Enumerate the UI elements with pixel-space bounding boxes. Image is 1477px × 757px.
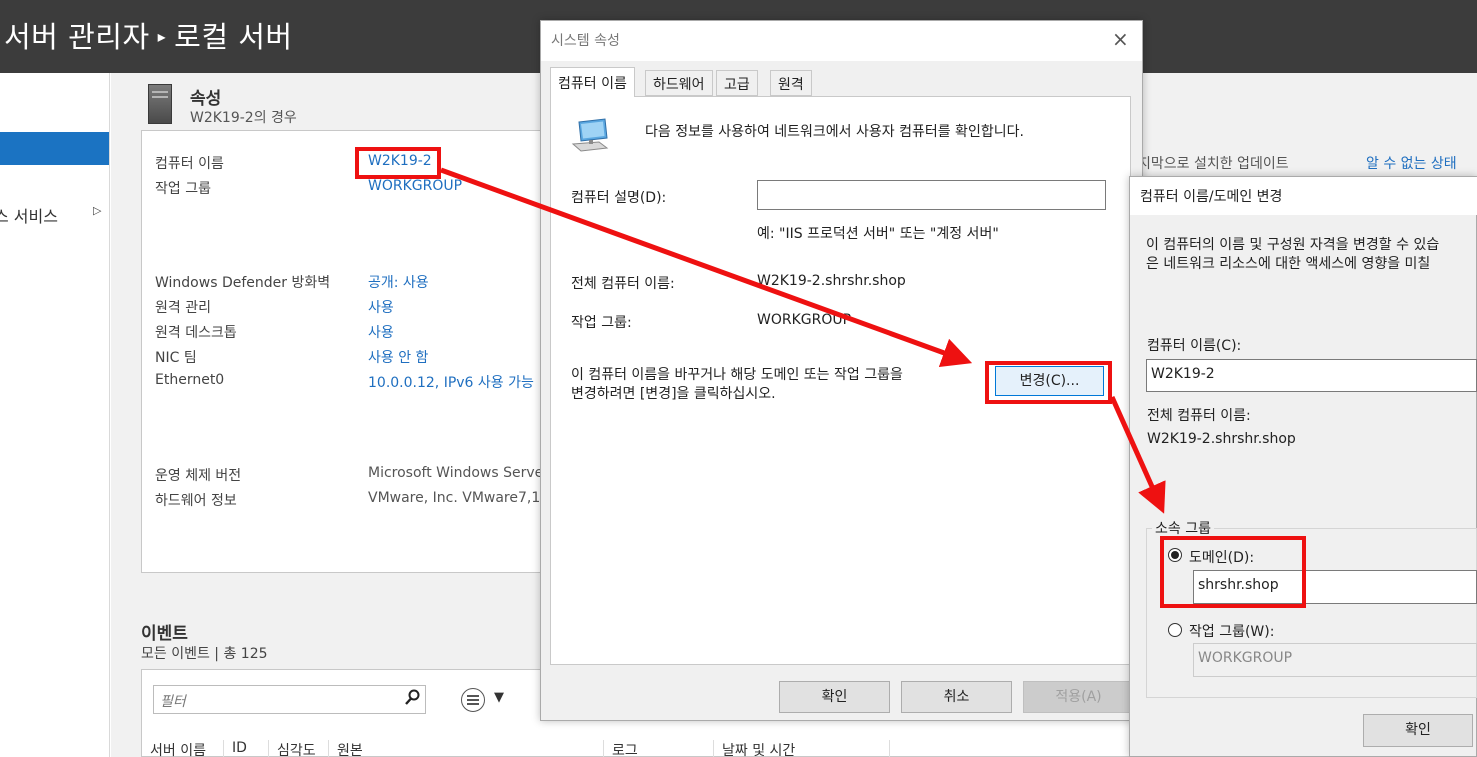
dialog-title: 시스템 속성 [551,33,620,49]
tab-advanced[interactable]: 고급 [716,70,758,96]
sidebar-item-services[interactable]: 스 서비스 [0,203,58,227]
search-icon[interactable] [404,689,420,707]
sidebar [0,73,110,757]
os-version-value: Microsoft Windows Serve [368,465,544,481]
firewall-link[interactable]: 공개: 사용 [368,272,429,292]
expand-arrow-icon[interactable]: ▷ [93,204,101,217]
server-icon [148,84,172,124]
computer-icon [571,118,609,152]
breadcrumb: 서버 관리자 ▸ 로컬 서버 [4,14,293,56]
change-hint-line2: 변경하려면 [변경]을 클릭하십시오. [571,386,776,402]
properties-title: 속성 [190,89,222,109]
properties-subtitle: W2K19-2의 경우 [190,110,297,126]
remote-desktop-link[interactable]: 사용 [368,322,394,342]
change-hint-line1: 이 컴퓨터 이름을 바꾸거나 해당 도메인 또는 작업 그룹을 [571,367,903,383]
computer-name-input[interactable]: W2K19-2 [1146,359,1477,392]
column-header[interactable]: 로그 [604,740,714,757]
breadcrumb-current: 로컬 서버 [174,20,293,54]
cancel-button[interactable]: 취소 [901,681,1012,713]
tab-remote[interactable]: 원격 [770,70,812,96]
breadcrumb-separator-icon: ▸ [157,27,167,46]
tab-computer-name[interactable]: 컴퓨터 이름 [550,67,635,97]
full-name-label: 전체 컴퓨터 이름: [571,276,675,292]
remote-management-link[interactable]: 사용 [368,297,394,317]
column-header[interactable]: 날짜 및 시간 [714,740,890,757]
ok-button[interactable]: 확인 [779,681,890,713]
dropdown-caret-icon[interactable]: ▼ [494,690,504,705]
nic-teaming-link[interactable]: 사용 안 함 [368,347,428,367]
computer-description-input[interactable] [757,180,1106,210]
description-label: 컴퓨터 설명(D): [571,190,667,206]
workgroup-input: WORKGROUP [1193,643,1477,677]
prop-label: 원격 데스크톱 [155,325,237,341]
column-header[interactable]: 심각도 [269,740,329,757]
highlight-domain [1160,536,1306,608]
intro-text: 다음 정보를 사용하여 네트워크에서 사용자 컴퓨터를 확인합니다. [645,124,1024,140]
close-icon[interactable]: × [1112,27,1129,51]
column-header[interactable]: 원본 [329,740,604,757]
highlight-computer-name [355,147,441,179]
events-title: 이벤트 [141,624,188,644]
prop-label: 컴퓨터 이름 [155,156,224,172]
prop-label: 운영 체제 버전 [155,468,242,484]
workgroup-radio[interactable] [1168,623,1182,637]
full-name-label: 전체 컴퓨터 이름: [1147,408,1251,424]
prop-label: 하드웨어 정보 [155,493,237,509]
prop-label: 원격 관리 [155,300,211,316]
apply-button[interactable]: 적용(A) [1023,681,1134,713]
prop-label: NIC 팀 [155,350,197,366]
column-header[interactable]: 서버 이름 [142,740,224,757]
list-options-icon[interactable] [461,688,485,712]
events-table-header: 서버 이름 ID 심각도 원본 로그 날짜 및 시간 [142,740,1132,757]
breadcrumb-root[interactable]: 서버 관리자 [4,20,150,54]
tab-hardware[interactable]: 하드웨어 [645,70,713,96]
workgroup-value: WORKGROUP [757,312,852,328]
prop-label: Ethernet0 [155,372,225,388]
dialog-titlebar[interactable] [541,21,1142,61]
ok-button[interactable]: 확인 [1363,714,1473,747]
sidebar-item-local-server[interactable] [0,132,109,165]
workgroup-label: 작업 그룹: [571,315,632,331]
ethernet-link[interactable]: 10.0.0.12, IPv6 사용 가능 [368,372,534,392]
full-name-value: W2K19-2.shrshr.shop [1147,431,1296,447]
highlight-change-button [985,361,1112,404]
hardware-info-value: VMware, Inc. VMware7,1 [368,490,541,506]
intro-line2: 은 네트워크 리소스에 대한 액세스에 영향을 미칠 [1146,256,1431,272]
column-header[interactable]: ID [224,740,269,757]
last-update-label: 지막으로 설치한 업데이트 [1138,156,1289,172]
intro-line1: 이 컴퓨터의 이름 및 구성원 자격을 변경할 수 있습 [1146,237,1440,253]
workgroup-link[interactable]: WORKGROUP [368,178,462,194]
member-of-legend: 소속 그룹 [1152,518,1214,538]
prop-label: Windows Defender 방화벽 [155,275,331,291]
dialog-title: 컴퓨터 이름/도메인 변경 [1140,189,1283,205]
example-text: 예: "IIS 프로덕션 서버" 또는 "계정 서버" [757,226,999,242]
prop-label: 작업 그룹 [155,181,211,197]
last-update-link[interactable]: 알 수 없는 상태 [1366,153,1457,173]
events-subtitle: 모든 이벤트 | 총 125 [141,646,268,662]
events-filter-input[interactable]: 필터 [153,685,426,714]
computer-name-label: 컴퓨터 이름(C): [1147,338,1242,354]
full-name-value: W2K19-2.shrshr.shop [757,273,906,289]
workgroup-label[interactable]: 작업 그룹(W): [1189,621,1274,641]
